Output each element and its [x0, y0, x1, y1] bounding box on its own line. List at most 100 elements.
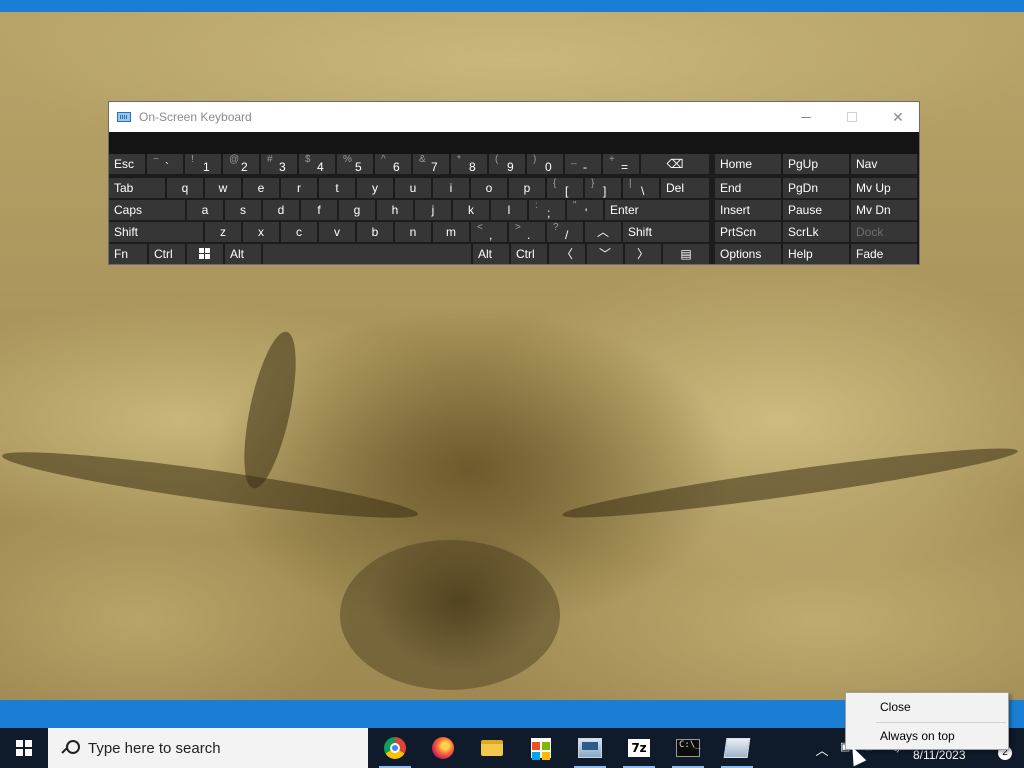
taskbar-app-firefox[interactable] — [419, 728, 467, 768]
osk-titlebar[interactable]: On-Screen Keyboard ✕ — [109, 102, 919, 132]
key-space[interactable] — [263, 244, 471, 264]
key-z[interactable]: z — [205, 222, 241, 242]
key-i[interactable]: i — [433, 178, 469, 198]
key-period[interactable]: >. — [509, 222, 545, 242]
key-lshift[interactable]: Shift — [109, 222, 203, 242]
nav-key-fade[interactable]: Fade — [851, 244, 917, 264]
key-right[interactable]: 〉 — [625, 244, 661, 264]
key-winkey[interactable] — [187, 244, 223, 264]
maximize-button[interactable] — [829, 102, 875, 132]
key-tab[interactable]: Tab — [109, 178, 165, 198]
key-fn[interactable]: Fn — [109, 244, 147, 264]
key-u[interactable]: u — [395, 178, 431, 198]
on-screen-keyboard-window[interactable]: On-Screen Keyboard ✕ Esc ~ `! 1 @2 #3 $4% 5 ^ 6 & 7… — [108, 101, 920, 265]
key-backspace[interactable]: ⌫ — [641, 154, 709, 174]
key-k4[interactable]: $4 — [299, 154, 335, 174]
clock-date[interactable]: 8/11/2023 — [913, 748, 966, 762]
key-k5[interactable]: % 5 — [337, 154, 373, 174]
key-semicolon[interactable]: :; — [529, 200, 565, 220]
key-menu[interactable]: ▤ — [663, 244, 709, 264]
taskbar-app-file-explorer[interactable] — [468, 728, 516, 768]
key-k3[interactable]: #3 — [261, 154, 297, 174]
key-quote[interactable]: " ' — [567, 200, 603, 220]
key-y[interactable]: y — [357, 178, 393, 198]
key-h[interactable]: h — [377, 200, 413, 220]
key-p[interactable]: p — [509, 178, 545, 198]
nav-key-options[interactable]: Options — [715, 244, 781, 264]
key-s[interactable]: s — [225, 200, 261, 220]
key-k1[interactable]: ! 1 — [185, 154, 221, 174]
key-c[interactable]: c — [281, 222, 317, 242]
taskbar-app-network[interactable] — [566, 728, 614, 768]
taskbar-app-store[interactable] — [517, 728, 565, 768]
key-comma[interactable]: <, — [471, 222, 507, 242]
menu-item-always-on-top[interactable]: Always on top — [846, 723, 1008, 749]
key-k0[interactable]: ) 0 — [527, 154, 563, 174]
key-g[interactable]: g — [339, 200, 375, 220]
close-button[interactable]: ✕ — [875, 102, 921, 132]
key-rshift[interactable]: Shift — [623, 222, 709, 242]
key-k6[interactable]: ^ 6 — [375, 154, 411, 174]
key-k8[interactable]: * 8 — [451, 154, 487, 174]
nav-key-end[interactable]: End — [715, 178, 781, 198]
nav-key-mv-up[interactable]: Mv Up — [851, 178, 917, 198]
minimize-button[interactable] — [783, 102, 829, 132]
nav-key-pgup[interactable]: PgUp — [783, 154, 849, 174]
nav-key-insert[interactable]: Insert — [715, 200, 781, 220]
key-m[interactable]: m — [433, 222, 469, 242]
taskbar-app-remote-desktop[interactable] — [713, 728, 761, 768]
key-b[interactable]: b — [357, 222, 393, 242]
key-k[interactable]: k — [453, 200, 489, 220]
key-minus[interactable]: _ - — [565, 154, 601, 174]
key-lalt[interactable]: Alt — [225, 244, 261, 264]
nav-key-nav[interactable]: Nav — [851, 154, 917, 174]
key-n[interactable]: n — [395, 222, 431, 242]
key-ralt[interactable]: Alt — [473, 244, 509, 264]
key-slash[interactable]: ? / — [547, 222, 583, 242]
key-w[interactable]: w — [205, 178, 241, 198]
key-down[interactable]: ﹀ — [587, 244, 623, 264]
key-j[interactable]: j — [415, 200, 451, 220]
taskbar-app-chrome[interactable] — [371, 728, 419, 768]
key-rctrl[interactable]: Ctrl — [511, 244, 547, 264]
key-f[interactable]: f — [301, 200, 337, 220]
key-t[interactable]: t — [319, 178, 355, 198]
key-lctrl[interactable]: Ctrl — [149, 244, 185, 264]
key-rbracket[interactable]: }] — [585, 178, 621, 198]
key-k2[interactable]: @2 — [223, 154, 259, 174]
key-a[interactable]: a — [187, 200, 223, 220]
search-box[interactable]: Type here to search — [48, 728, 368, 768]
key-tilde[interactable]: ~ ` — [147, 154, 183, 174]
key-v[interactable]: v — [319, 222, 355, 242]
key-esc[interactable]: Esc — [109, 154, 145, 174]
nav-key-pause[interactable]: Pause — [783, 200, 849, 220]
key-l[interactable]: l — [491, 200, 527, 220]
key-up[interactable]: ︿ — [585, 222, 621, 242]
key-d[interactable]: d — [263, 200, 299, 220]
key-enter[interactable]: Enter — [605, 200, 709, 220]
key-k7[interactable]: & 7 — [413, 154, 449, 174]
key-backslash[interactable]: | \ — [623, 178, 659, 198]
key-k9[interactable]: (9 — [489, 154, 525, 174]
menu-item-close[interactable]: Close — [846, 694, 1008, 720]
key-x[interactable]: x — [243, 222, 279, 242]
key-left[interactable]: 〈 — [549, 244, 585, 264]
key-del[interactable]: Del — [661, 178, 709, 198]
taskbar-app-7zip[interactable]: 7z — [615, 728, 663, 768]
nav-key-pgdn[interactable]: PgDn — [783, 178, 849, 198]
show-hidden-icons-button[interactable]: ︿ — [812, 740, 832, 758]
key-r[interactable]: r — [281, 178, 317, 198]
key-q[interactable]: q — [167, 178, 203, 198]
key-lbracket[interactable]: {[ — [547, 178, 583, 198]
nav-key-help[interactable]: Help — [783, 244, 849, 264]
key-e[interactable]: e — [243, 178, 279, 198]
nav-key-prtscn[interactable]: PrtScn — [715, 222, 781, 242]
nav-key-mv-dn[interactable]: Mv Dn — [851, 200, 917, 220]
nav-key-scrlk[interactable]: ScrLk — [783, 222, 849, 242]
key-equals[interactable]: + = — [603, 154, 639, 174]
key-caps[interactable]: Caps — [109, 200, 185, 220]
taskbar-app-terminal[interactable]: C:\_ — [664, 728, 712, 768]
key-o[interactable]: o — [471, 178, 507, 198]
start-button[interactable] — [0, 728, 48, 768]
nav-key-home[interactable]: Home — [715, 154, 781, 174]
